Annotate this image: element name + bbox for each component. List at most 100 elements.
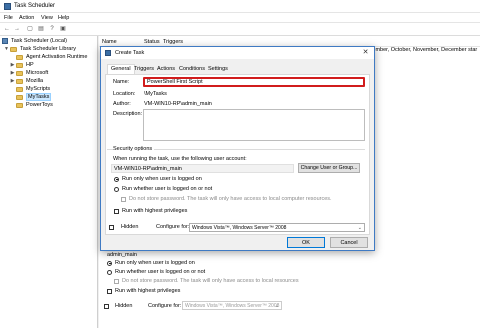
column-status[interactable]: Status bbox=[144, 39, 160, 45]
radio-button[interactable] bbox=[114, 186, 119, 192]
no-store-password: Do not store password. The task will onl… bbox=[121, 196, 332, 202]
bg-hidden[interactable]: Hidden bbox=[104, 303, 132, 309]
view-pane-icon[interactable]: ▣ bbox=[59, 26, 67, 33]
chevron-right-icon[interactable]: ▶ bbox=[10, 62, 15, 68]
cancel-button[interactable]: Cancel bbox=[330, 237, 368, 248]
tree-item-microsoft[interactable]: ▶ Microsoft bbox=[10, 69, 49, 77]
tree-label: MyScripts bbox=[26, 86, 51, 92]
properties-icon[interactable]: ▤ bbox=[37, 26, 45, 33]
bg-no-store-password-label: Do not store password. The task will onl… bbox=[122, 278, 299, 284]
back-arrow-icon[interactable]: ← bbox=[3, 26, 11, 33]
highest-privileges[interactable]: Run with highest privileges bbox=[114, 208, 187, 214]
tab-actions[interactable]: Actions bbox=[154, 65, 178, 74]
checkbox[interactable] bbox=[109, 224, 114, 230]
tree-item-hp[interactable]: ▶ HP bbox=[10, 61, 34, 69]
folder-icon bbox=[16, 70, 23, 76]
dialog-title-bar: Create Task ✕ bbox=[101, 47, 374, 59]
menu-help[interactable]: Help bbox=[58, 15, 69, 21]
tree-label: HP bbox=[26, 62, 34, 68]
tree-label: Mozilla bbox=[26, 78, 44, 84]
column-name[interactable]: Name bbox=[102, 39, 117, 45]
folder-icon bbox=[16, 102, 23, 108]
tree-item-library[interactable]: ▼ Task Scheduler Library bbox=[4, 45, 76, 53]
radio-run-logged-on[interactable]: Run only when user is logged on bbox=[114, 176, 202, 182]
tree-label: Task Scheduler Library bbox=[20, 46, 76, 52]
tree-item-agent-activation-runtime[interactable]: Agent Activation Runtime bbox=[16, 53, 87, 61]
menu-file[interactable]: File bbox=[4, 15, 13, 21]
folder-up-icon[interactable]: ▢ bbox=[26, 26, 34, 33]
ok-button[interactable]: OK bbox=[287, 237, 325, 248]
tree-label: Microsoft bbox=[26, 70, 49, 76]
bg-hidden-label: Hidden bbox=[115, 303, 133, 309]
menu-action[interactable]: Action bbox=[19, 15, 34, 21]
help-icon[interactable]: ? bbox=[48, 26, 56, 33]
hidden-option[interactable]: Hidden bbox=[109, 224, 138, 230]
author-value: VM-WIN10-RP\admin_main bbox=[144, 101, 212, 107]
bg-configure-for-label: Configure for: bbox=[148, 303, 182, 309]
bg-highest-privileges[interactable]: Run with highest privileges bbox=[107, 288, 180, 294]
tab-settings[interactable]: Settings bbox=[205, 65, 231, 74]
name-label: Name: bbox=[113, 79, 130, 85]
close-icon[interactable]: ✕ bbox=[359, 48, 372, 58]
tree-item-mytasks[interactable]: MyTasks bbox=[16, 93, 52, 101]
folder-icon bbox=[16, 86, 23, 92]
chevron-right-icon[interactable]: ▶ bbox=[10, 78, 15, 84]
window-title: Task Scheduler bbox=[14, 3, 56, 9]
bg-radio-whether[interactable]: Run whether user is logged on or not bbox=[107, 269, 205, 275]
checkbox[interactable] bbox=[114, 208, 119, 214]
chevron-down-icon: ⌄ bbox=[274, 302, 279, 309]
bg-radio-logged-on-label: Run only when user is logged on bbox=[115, 260, 195, 266]
checkbox[interactable] bbox=[104, 303, 109, 309]
highest-privileges-label: Run with highest privileges bbox=[122, 208, 188, 214]
dialog-title: Create Task bbox=[115, 50, 145, 56]
column-triggers[interactable]: Triggers bbox=[163, 39, 183, 45]
folder-icon bbox=[16, 62, 23, 68]
chevron-down-icon[interactable]: ▼ bbox=[4, 46, 9, 52]
folder-icon bbox=[16, 94, 23, 100]
task-properties-panel bbox=[99, 245, 480, 328]
tree-item-root[interactable]: Task Scheduler (Local) bbox=[2, 37, 67, 45]
checkbox bbox=[114, 278, 119, 284]
tree-item-powertoys[interactable]: PowerToys bbox=[16, 101, 53, 109]
hidden-label: Hidden bbox=[121, 224, 139, 230]
chevron-right-icon[interactable]: ▶ bbox=[10, 70, 15, 76]
radio-run-logged-on-label: Run only when user is logged on bbox=[122, 176, 202, 182]
location-value: \MyTasks bbox=[144, 91, 167, 97]
author-label: Author: bbox=[113, 101, 131, 107]
tree-item-myscripts[interactable]: MyScripts bbox=[16, 85, 50, 93]
task-trigger-text: september, October, November, December s… bbox=[362, 47, 478, 53]
radio-button[interactable] bbox=[114, 176, 119, 182]
configure-for-value: Windows Vista™, Windows Server™ 2008 bbox=[192, 224, 287, 231]
menu-view[interactable]: View bbox=[41, 15, 53, 21]
tree-item-mozilla[interactable]: ▶ Mozilla bbox=[10, 77, 44, 85]
no-store-password-label: Do not store password. The task will onl… bbox=[129, 196, 332, 202]
menu-bar: File Action View Help bbox=[0, 13, 480, 23]
forward-arrow-icon[interactable]: → bbox=[13, 26, 21, 33]
description-textarea[interactable] bbox=[143, 109, 365, 141]
task-icon bbox=[105, 50, 111, 56]
bg-radio-logged-on[interactable]: Run only when user is logged on bbox=[107, 260, 195, 266]
checkbox[interactable] bbox=[107, 288, 112, 294]
bg-account-value: admin_main bbox=[107, 252, 137, 258]
tab-conditions[interactable]: Conditions bbox=[176, 65, 208, 74]
tree-label: MyTasks bbox=[26, 93, 52, 101]
radio-button[interactable] bbox=[107, 269, 112, 275]
configure-for-dropdown[interactable]: Windows Vista™, Windows Server™ 2008 ⌄ bbox=[189, 223, 365, 232]
task-name-input[interactable]: PowerShell First Script bbox=[143, 77, 365, 87]
main-title-bar: Task Scheduler bbox=[0, 0, 480, 13]
account-prompt: When running the task, use the following… bbox=[113, 156, 247, 162]
task-scheduler-icon bbox=[4, 3, 11, 10]
radio-button[interactable] bbox=[107, 260, 112, 266]
folder-icon bbox=[10, 46, 17, 52]
tree-label: PowerToys bbox=[26, 102, 53, 108]
description-label: Description: bbox=[113, 111, 143, 117]
location-label: Location: bbox=[113, 91, 136, 97]
radio-run-whether[interactable]: Run whether user is logged on or not bbox=[114, 186, 212, 192]
configure-for-label: Configure for: bbox=[156, 224, 190, 230]
create-task-dialog: Create Task ✕ General Triggers Actions C… bbox=[100, 46, 375, 251]
bg-configure-for-value: Windows Vista™, Windows Server™ 2008 bbox=[185, 302, 280, 309]
bg-configure-for-combo: Windows Vista™, Windows Server™ 2008 ⌄ bbox=[182, 301, 282, 310]
change-user-button[interactable]: Change User or Group... bbox=[298, 163, 360, 173]
user-account-field: VM-WIN10-RP\admin_main bbox=[111, 164, 294, 173]
toolbar: ← → ▢ ▤ ? ▣ bbox=[0, 23, 480, 36]
